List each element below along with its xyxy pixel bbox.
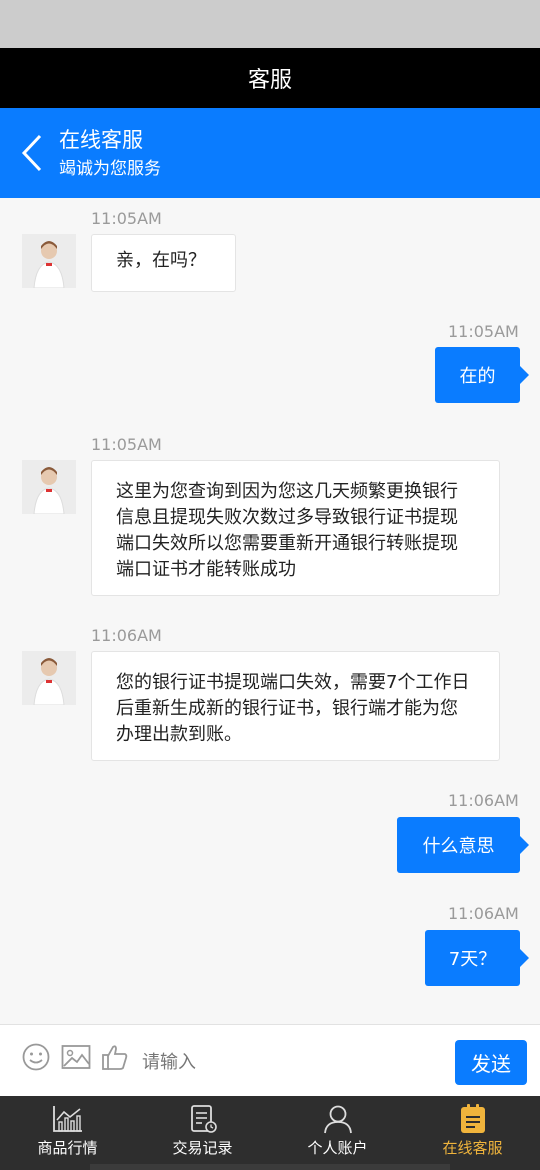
outgoing-message-bubble: 什么意思 — [397, 817, 529, 873]
agent-avatar — [22, 234, 76, 288]
tab-transactions[interactable]: 交易记录 — [135, 1096, 270, 1170]
message-timestamp: 11:06AM — [448, 791, 519, 810]
chart-icon — [52, 1106, 82, 1132]
system-nav-bar — [90, 1164, 450, 1170]
agent-avatar — [22, 651, 76, 705]
message-input-bar: 发送 — [0, 1024, 540, 1097]
user-icon — [323, 1105, 352, 1134]
record-icon — [190, 1105, 217, 1133]
incoming-message-bubble: 亲，在吗？ — [91, 234, 236, 292]
bottom-tab-bar: 商品行情 交易记录 个人账户 在线客服 — [0, 1096, 540, 1170]
tab-market[interactable]: 商品行情 — [0, 1096, 135, 1170]
chat-title: 在线客服 — [59, 128, 143, 152]
tab-account[interactable]: 个人账户 — [270, 1096, 405, 1170]
message-timestamp: 11:06AM — [448, 904, 519, 923]
incoming-message-bubble: 您的银行证书提现端口失效，需要7个工作日后重新生成新的银行证书，银行端才能为您办… — [91, 651, 500, 761]
page-title: 客服 — [0, 48, 540, 108]
status-bar — [0, 0, 540, 48]
tab-customer-service[interactable]: 在线客服 — [405, 1096, 540, 1170]
message-input[interactable] — [140, 1037, 444, 1087]
message-timestamp: 11:05AM — [91, 209, 162, 228]
emoji-icon[interactable] — [22, 1043, 50, 1071]
tab-label: 个人账户 — [307, 1139, 368, 1157]
image-icon[interactable] — [61, 1043, 91, 1071]
tab-label: 交易记录 — [172, 1139, 233, 1157]
back-arrow-icon[interactable] — [18, 132, 48, 174]
thumbs-up-icon[interactable] — [101, 1043, 129, 1071]
message-timestamp: 11:06AM — [91, 626, 162, 645]
outgoing-message-bubble: 7天？ — [425, 930, 529, 986]
service-icon — [460, 1104, 485, 1133]
incoming-message-bubble: 这里为您查询到因为您这几天频繁更换银行信息且提现失败次数过多导致银行证书提现端口… — [91, 460, 500, 596]
outgoing-message-bubble: 在的 — [435, 347, 529, 403]
chat-header: 在线客服 竭诚为您服务 — [0, 108, 540, 198]
tab-label: 在线客服 — [442, 1139, 503, 1157]
agent-avatar — [22, 460, 76, 514]
chat-subtitle: 竭诚为您服务 — [59, 159, 161, 179]
send-button[interactable]: 发送 — [455, 1040, 527, 1085]
chat-area[interactable]: 11:05AM 亲，在吗？ 11:05AM 在的 11:05AM 这里为您查询到… — [0, 198, 540, 1024]
message-timestamp: 11:05AM — [448, 322, 519, 341]
tab-label: 商品行情 — [37, 1139, 98, 1157]
message-timestamp: 11:05AM — [91, 435, 162, 454]
